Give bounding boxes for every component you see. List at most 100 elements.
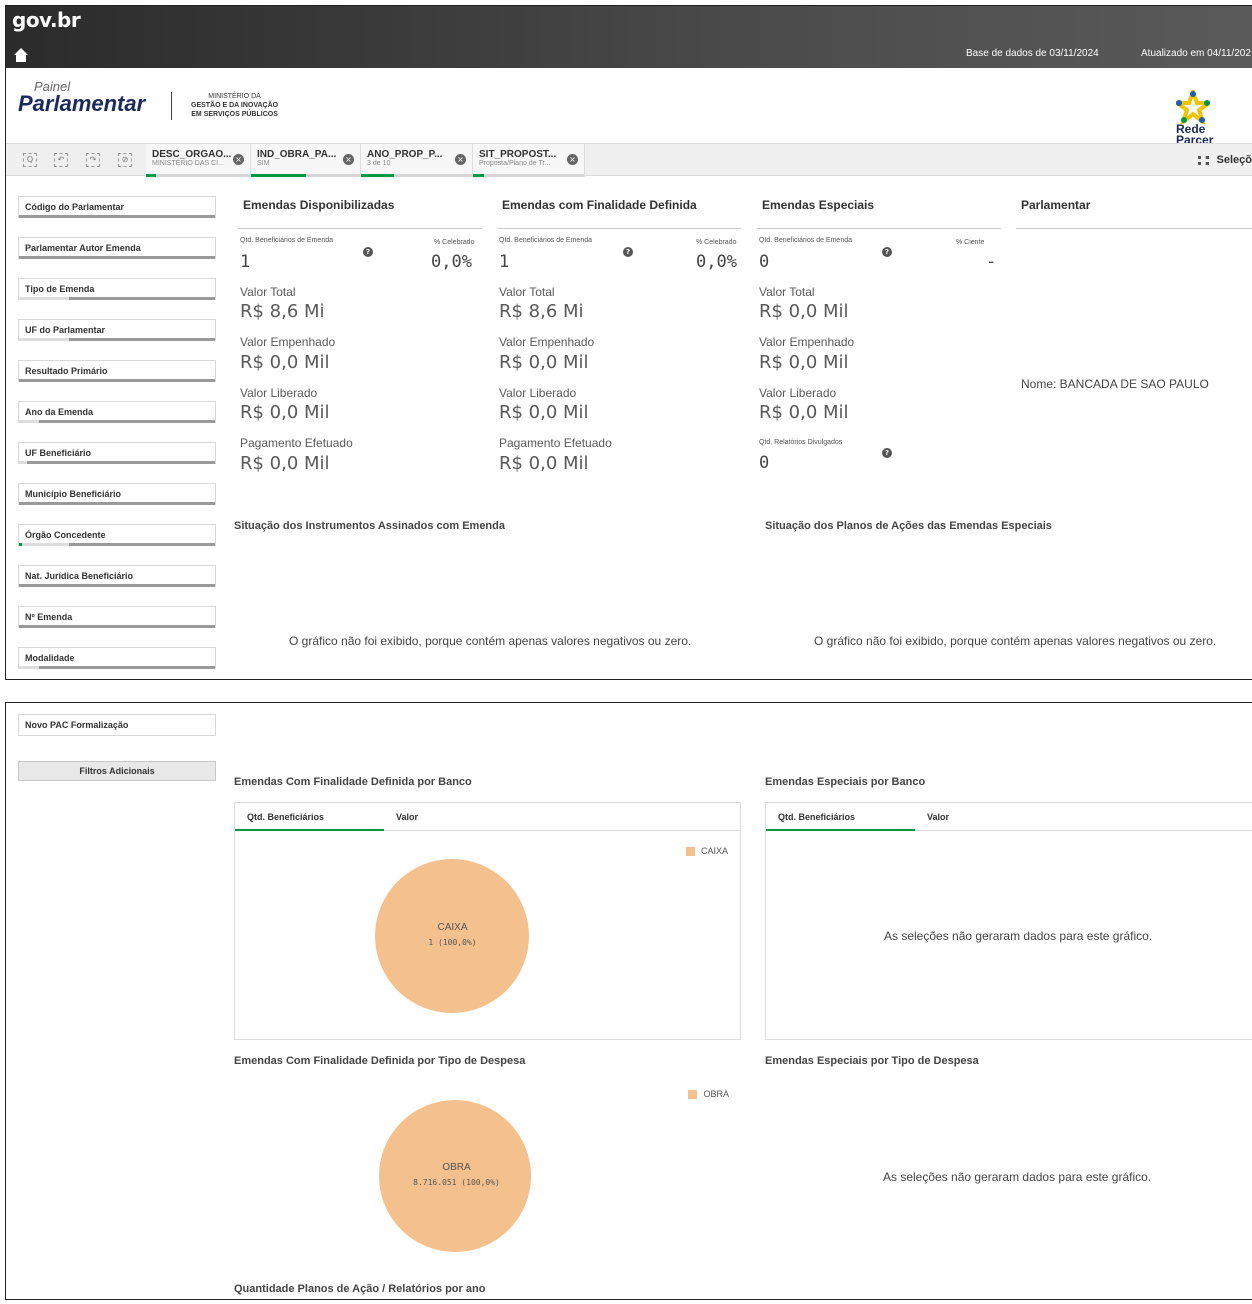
filter-uf-parlamentar[interactable]: UF do Parlamentar [18,319,216,341]
filtros-adicionais-button[interactable]: Filtros Adicionais [18,761,216,781]
filter-modalidade[interactable]: Modalidade [18,647,216,669]
rede-parcerias-logo: Rede Parcer [1176,90,1252,146]
forward-icon[interactable]: ↷ [86,153,100,167]
home-icon[interactable] [14,48,28,62]
filter-bar [19,666,215,669]
filter-bar [19,461,215,464]
kpi-qtd-label: Qtd. Beneficiários de Emenda [759,237,852,244]
selection-chip-desc-orgao[interactable]: DESC_ORGAO... MINISTÉRIO DAS CI... × [146,144,251,177]
rede-star-icon [1176,90,1210,124]
chip-selected-bar [146,174,157,177]
kpi-valor-empenhado-label: Valor Empenhado [240,335,336,349]
kpi-divider [238,228,482,229]
filter-bar [19,379,215,382]
filter-bar-alt [19,461,27,464]
filter-municipio-beneficiario[interactable]: Município Beneficiário [18,483,216,505]
planos-ano-title: Quantidade Planos de Ação / Relatórios p… [234,1283,486,1295]
chip-close-icon[interactable]: × [455,154,466,165]
chip-subtitle: 3 de 10 [367,160,391,167]
filter-bar [19,502,215,505]
app-header: Painel Parlamentar MINISTÉRIO DA GESTÃO … [6,68,1252,146]
filter-uf-beneficiario[interactable]: UF Beneficiário [18,442,216,464]
filter-label: Nat. Jurídica Beneficiário [25,571,134,581]
help-icon[interactable]: ? [623,247,633,257]
kpi-divider [1016,228,1252,229]
banco-especiais-title: Emendas Especiais por Banco [765,776,926,788]
clear-selections-icon[interactable]: ⊘ [118,153,132,167]
filter-label: Novo PAC Formalização [25,720,129,730]
filter-resultado-primario[interactable]: Resultado Primário [18,360,216,382]
filter-orgao-concedente[interactable]: Órgão Concedente [18,524,216,546]
tab-valor[interactable]: Valor [384,803,430,831]
kpi-qtd-label: Qtd. Beneficiários de Emenda [499,237,592,244]
chip-selected-bar [361,174,395,177]
chip-close-icon[interactable]: × [567,154,578,165]
pie-chart-banco [375,859,529,1013]
kpi-parlamentar-title: Parlamentar [1021,198,1091,212]
smart-search-icon[interactable]: Q [23,153,37,167]
selection-chip-ano-prop[interactable]: ANO_PROP_P... 3 de 10 × [361,144,473,177]
chip-title: ANO_PROP_P... [367,149,443,160]
chip-title: IND_OBRA_PA... [257,149,337,160]
selection-chip-sit-proposta[interactable]: SIT_PROPOST... Proposta/Plano de Tr... × [473,144,585,177]
tab-qtd-beneficiarios[interactable]: Qtd. Beneficiários [235,803,384,831]
despesa-finalidade-title: Emendas Com Finalidade Definida por Tipo… [234,1055,526,1067]
kpi-pct-label: % Ciente [956,239,985,246]
kpi-valor-empenhado: R$ 0,0 Mil [240,352,330,373]
logo-divider [171,92,172,120]
filter-bar-alt [19,338,69,341]
filter-bar-selected [19,543,22,546]
tab-qtd-beneficiarios[interactable]: Qtd. Beneficiários [766,803,915,831]
kpi-qtd-label: Qtd. Beneficiários de Emenda [240,237,333,244]
kpi-valor-empenhado: R$ 0,0 Mil [499,352,589,373]
selections-tool-icon[interactable]: ↶ [54,153,68,167]
selections-button[interactable]: Seleçõ [1197,154,1252,166]
kpi-pct-value: - [986,252,997,272]
filter-label: Tipo de Emenda [25,284,95,294]
painel-parlamentar-logo[interactable]: Painel Parlamentar [18,80,145,115]
despesa-finalidade-chart: OBRA OBRA 8.716.051 (100,0%) [234,1077,741,1257]
filter-label: Nº Emenda [25,612,73,622]
pie-slice-caixa[interactable] [375,859,529,1013]
help-icon[interactable]: ? [882,448,892,458]
filter-codigo-parlamentar[interactable]: Código do Parlamentar [18,196,216,218]
ministerio-line-2: GESTÃO E DA INOVAÇÃO [191,102,279,109]
gov-br-logo[interactable]: gov.br [12,8,81,32]
filter-numero-emenda[interactable]: Nº Emenda [18,606,216,628]
filter-parlamentar-autor[interactable]: Parlamentar Autor Emenda [18,237,216,259]
selections-grid-icon [1197,155,1209,165]
kpi-pagamento-label: Pagamento Efetuado [499,436,612,450]
kpi-divider [757,228,1001,229]
kpi-valor-liberado-label: Valor Liberado [499,386,577,400]
planos-no-chart-message: O gráfico não foi exibido, porque contém… [814,634,1217,648]
chip-state-bar [146,174,250,177]
kpi-valor-total: R$ 8,6 Mi [499,301,584,322]
chip-subtitle: SIM [257,160,270,167]
filter-label: UF do Parlamentar [25,325,106,335]
dashboard-top-panel: gov.br Base de dados de 03/11/2024 Atual… [5,5,1252,680]
kpi-relatorios-value: 0 [759,453,770,473]
selection-chip-ind-obra[interactable]: IND_OBRA_PA... SIM × [251,144,361,177]
pie-slice-obra[interactable] [379,1100,531,1252]
help-icon[interactable]: ? [882,247,892,257]
parlamentar-name: Nome: BANCADA DE SAO PAULO [1021,377,1209,391]
ministerio-logo: MINISTÉRIO DA GESTÃO E DA INOVAÇÃO EM SE… [191,92,278,119]
chip-close-icon[interactable]: × [343,154,354,165]
banco-finalidade-title: Emendas Com Finalidade Definida por Banc… [234,776,472,788]
tab-valor[interactable]: Valor [915,803,961,831]
kpi-valor-liberado-label: Valor Liberado [759,386,837,400]
filter-tipo-emenda[interactable]: Tipo de Emenda [18,278,216,300]
kpi-valor-liberado: R$ 0,0 Mil [759,402,849,423]
kpi-pagamento: R$ 0,0 Mil [240,453,330,474]
ministerio-line-3: EM SERVIÇOS PÚBLICOS [191,111,278,118]
chip-close-icon[interactable]: × [233,154,244,165]
filter-ano-emenda[interactable]: Ano da Emenda [18,401,216,423]
kpi-valor-liberado: R$ 0,0 Mil [240,402,330,423]
filter-bar [19,625,215,628]
kpi-valor-empenhado: R$ 0,0 Mil [759,352,849,373]
kpi-valor-total: R$ 0,0 Mil [759,301,849,322]
help-icon[interactable]: ? [363,247,373,257]
filter-novo-pac[interactable]: Novo PAC Formalização [18,714,216,736]
filter-label: Resultado Primário [25,366,108,376]
filter-nat-juridica[interactable]: Nat. Jurídica Beneficiário [18,565,216,587]
